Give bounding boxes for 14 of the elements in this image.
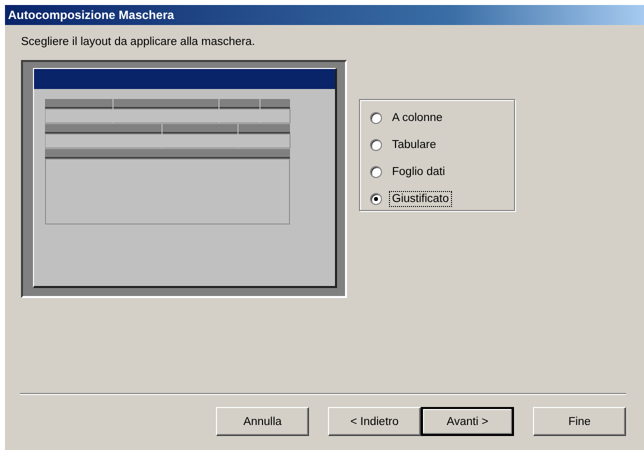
dialog-button[interactable]: Annulla (216, 407, 309, 436)
radio-label[interactable]: Foglio dati (389, 164, 448, 180)
radio-label[interactable]: Giustificato (389, 190, 452, 206)
instruction-text: Scegliere il layout da applicare alla maschera. (21, 35, 256, 50)
dialog-button[interactable]: < Indietro (328, 407, 421, 436)
dialog-button[interactable]: Fine (533, 407, 626, 436)
radio-label[interactable]: A colonne (389, 110, 446, 126)
dialog-button[interactable]: Avanti > (421, 407, 514, 436)
radio-button[interactable] (370, 192, 382, 204)
window-title: Autocomposizione Maschera (8, 8, 174, 22)
radio-label[interactable]: Tabulare (389, 136, 440, 152)
radio-button[interactable] (370, 138, 382, 150)
radio-button[interactable] (370, 112, 382, 124)
radio-button[interactable] (370, 166, 382, 178)
